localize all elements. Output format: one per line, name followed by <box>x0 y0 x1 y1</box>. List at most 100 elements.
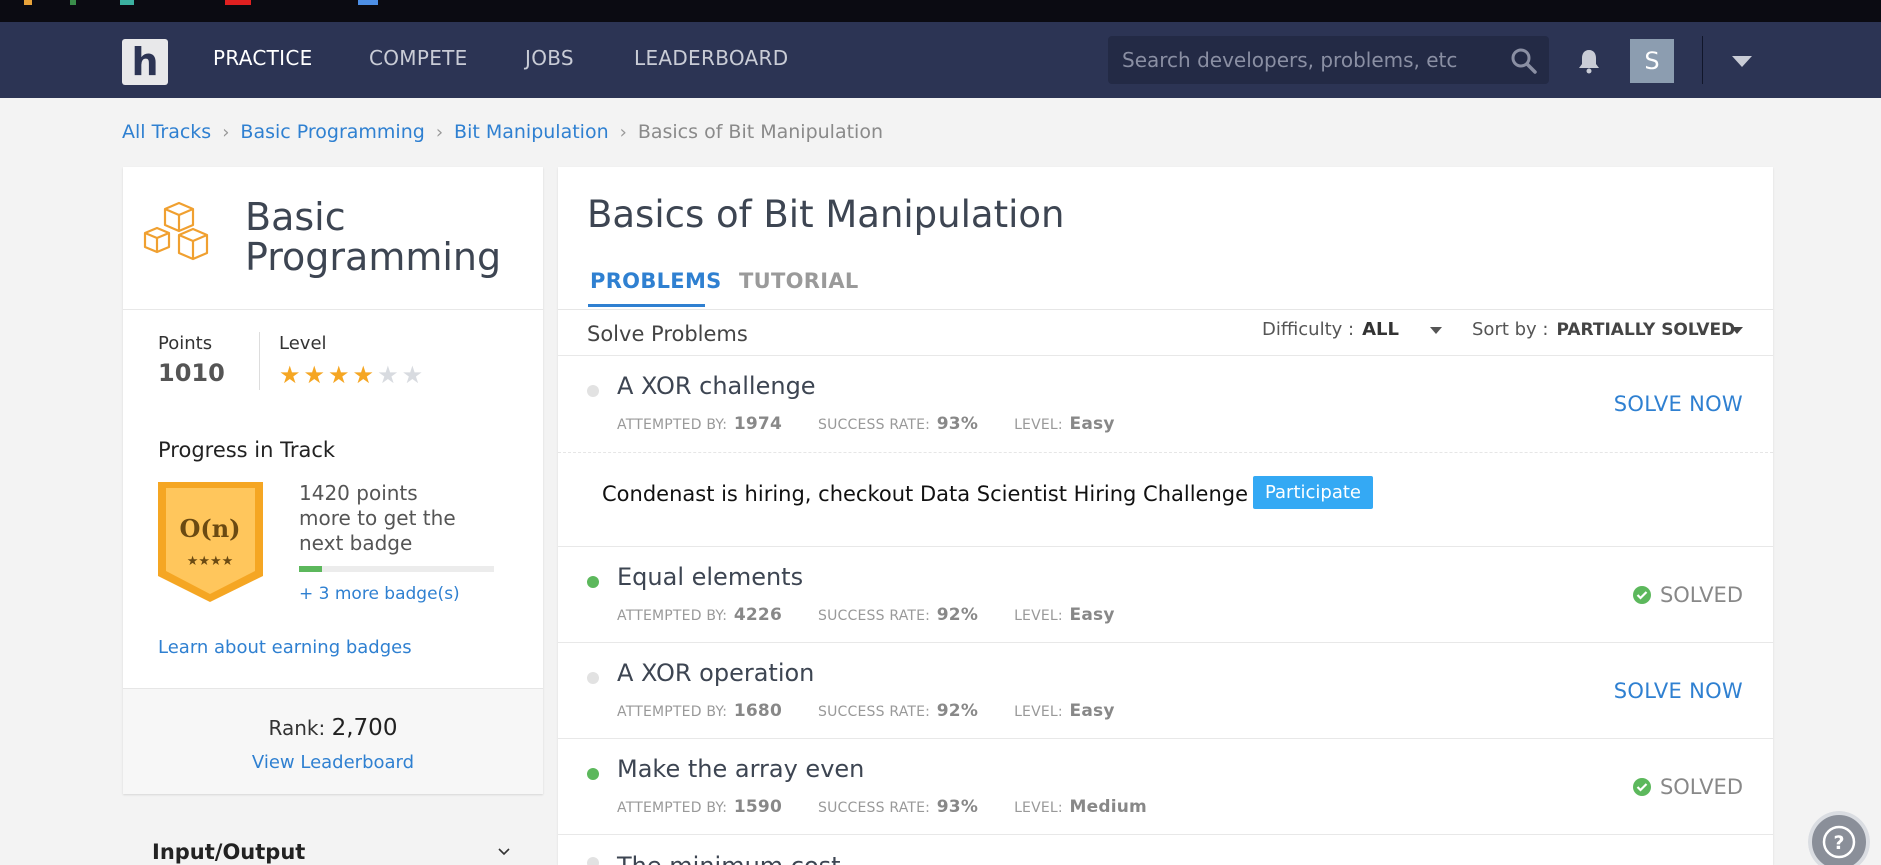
learn-badges-link[interactable]: Learn about earning badges <box>158 637 412 658</box>
sort-filter[interactable]: Sort by : PARTIALLY SOLVED <box>1472 319 1735 340</box>
chevron-down-icon[interactable] <box>1430 327 1442 334</box>
level-meta-label: LEVEL: <box>1014 417 1063 433</box>
divider <box>558 834 1773 835</box>
breadcrumb-separator-icon: › <box>222 121 230 143</box>
solved-status: SOLVED <box>1632 775 1743 799</box>
problem-row[interactable]: Make the array even ATTEMPTED BY: 1590 S… <box>558 739 1773 835</box>
badge-stars: ★★★★ <box>187 554 234 569</box>
level-value: Easy <box>1069 605 1115 625</box>
check-circle-icon <box>1632 778 1651 796</box>
level-value: Easy <box>1069 414 1115 434</box>
search-input[interactable] <box>1122 36 1502 84</box>
level-label: Level <box>279 333 327 354</box>
problem-title[interactable]: Equal elements <box>617 563 803 591</box>
attempted-label: ATTEMPTED BY: <box>617 704 728 720</box>
attempted-by: ATTEMPTED BY: 1680 <box>617 701 782 721</box>
success-rate: SUCCESS RATE: 92% <box>818 605 978 625</box>
nav-jobs[interactable]: JOBS <box>525 46 574 70</box>
attempted-by: ATTEMPTED BY: 1974 <box>617 414 782 434</box>
svg-text:?: ? <box>1833 832 1844 854</box>
attempted-label: ATTEMPTED BY: <box>617 800 728 816</box>
user-avatar[interactable]: S <box>1630 39 1674 83</box>
attempted-value: 1590 <box>733 797 782 817</box>
difficulty-label: Difficulty : <box>1262 319 1355 340</box>
solve-now-button[interactable]: SOLVE NOW <box>1614 392 1743 416</box>
breadcrumb-basic-programming[interactable]: Basic Programming <box>240 121 424 143</box>
badge-progress-fill <box>299 566 323 572</box>
track-title-line2: Programming <box>245 235 502 279</box>
hackerearth-logo[interactable]: h <box>122 39 168 85</box>
problem-row[interactable]: A XOR challenge ATTEMPTED BY: 1974 SUCCE… <box>558 356 1773 452</box>
badge-icon: O(n) ★★★★ <box>158 482 263 602</box>
hiring-text: Condenast is hiring, checkout Data Scien… <box>602 482 1249 506</box>
badge-text: O(n) <box>179 514 240 543</box>
solve-problems-heading: Solve Problems <box>587 322 748 346</box>
problem-level: LEVEL: Easy <box>1014 701 1115 721</box>
problems-panel: Basics of Bit Manipulation PROBLEMS TUTO… <box>558 167 1773 865</box>
points-more-text: 1420 points more to get the next badge <box>299 481 456 555</box>
success-rate: SUCCESS RATE: 93% <box>818 797 978 817</box>
attempted-value: 4226 <box>733 605 782 625</box>
problem-title[interactable]: A XOR challenge <box>617 372 816 400</box>
level-meta-label: LEVEL: <box>1014 704 1063 720</box>
star-icon: ★ <box>303 362 326 389</box>
nav-practice[interactable]: PRACTICE <box>213 46 313 70</box>
active-tab-indicator <box>588 304 705 307</box>
tab-problems[interactable]: PROBLEMS <box>590 269 722 293</box>
breadcrumb-current: Basics of Bit Manipulation <box>637 121 884 143</box>
attempted-by: ATTEMPTED BY: 1590 <box>617 797 782 817</box>
rank-line: Rank: 2,700 <box>123 715 543 741</box>
status-dot <box>587 672 599 684</box>
breadcrumb-separator-icon: › <box>435 121 444 143</box>
track-title-line1: Basic <box>245 195 346 239</box>
chevron-down-icon[interactable] <box>1732 56 1752 67</box>
attempted-value: 1680 <box>733 701 782 721</box>
browser-top-strip <box>0 0 1881 22</box>
search-icon[interactable] <box>1511 48 1537 74</box>
more-badges-link[interactable]: + 3 more badge(s) <box>299 584 460 604</box>
attempted-label: ATTEMPTED BY: <box>617 417 728 433</box>
nav-compete[interactable]: COMPETE <box>369 46 468 70</box>
problem-meta: ATTEMPTED BY: 1974 SUCCESS RATE: 93% LEV… <box>617 414 1151 434</box>
participate-button[interactable]: Participate <box>1253 476 1373 509</box>
level-meta-label: LEVEL: <box>1014 608 1063 624</box>
success-value: 93% <box>936 797 979 817</box>
problem-row[interactable]: Equal elements ATTEMPTED BY: 4226 SUCCES… <box>558 547 1773 643</box>
problem-title[interactable]: The minimum cost <box>617 852 841 865</box>
solve-now-button[interactable]: SOLVE NOW <box>1614 679 1743 703</box>
track-header: Basic Programming <box>123 167 543 310</box>
check-circle-icon <box>1632 586 1651 604</box>
level-meta-label: LEVEL: <box>1014 800 1063 816</box>
success-label: SUCCESS RATE: <box>817 800 931 816</box>
difficulty-filter[interactable]: Difficulty : ALL <box>1262 319 1399 340</box>
success-value: 92% <box>936 605 979 625</box>
badge-progress-bar <box>299 566 494 572</box>
cubes-icon <box>143 201 209 261</box>
breadcrumb-bit-manipulation[interactable]: Bit Manipulation <box>454 121 609 143</box>
help-icon[interactable]: ? <box>1808 811 1870 865</box>
view-leaderboard-link[interactable]: View Leaderboard <box>123 752 543 773</box>
problem-title[interactable]: Make the array even <box>617 755 864 783</box>
breadcrumb: All Tracks › Basic Programming › Bit Man… <box>122 121 883 143</box>
nav-leaderboard[interactable]: LEADERBOARD <box>634 46 788 70</box>
tabs-divider <box>558 309 1773 310</box>
status-dot <box>587 857 599 865</box>
star-icon: ★ <box>377 362 399 389</box>
tab-tutorial[interactable]: TUTORIAL <box>739 269 859 293</box>
chevron-down-icon[interactable] <box>497 845 511 859</box>
problem-level: LEVEL: Easy <box>1014 414 1115 434</box>
bell-icon[interactable] <box>1577 48 1601 74</box>
star-icon: ★ <box>279 362 301 389</box>
success-label: SUCCESS RATE: <box>817 417 931 433</box>
input-output-section[interactable]: Input/Output <box>152 840 305 864</box>
attempted-label: ATTEMPTED BY: <box>617 608 728 624</box>
chevron-down-icon[interactable] <box>1731 327 1743 334</box>
problem-row[interactable]: A XOR operation ATTEMPTED BY: 1680 SUCCE… <box>558 643 1773 739</box>
status-dot <box>587 576 599 588</box>
track-title: Basic Programming <box>245 197 501 277</box>
problem-level: LEVEL: Medium <box>1014 797 1147 817</box>
attempted-by: ATTEMPTED BY: 4226 <box>617 605 782 625</box>
star-icon: ★ <box>352 362 375 389</box>
problem-title[interactable]: A XOR operation <box>617 659 814 687</box>
breadcrumb-all-tracks[interactable]: All Tracks <box>122 121 211 143</box>
